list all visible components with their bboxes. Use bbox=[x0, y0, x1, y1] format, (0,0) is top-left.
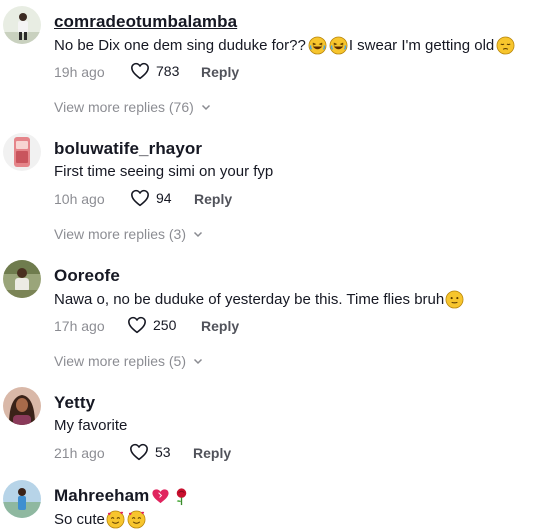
heart-outline-icon bbox=[130, 443, 148, 461]
laughing-emoji-icon bbox=[308, 36, 327, 55]
avatar[interactable] bbox=[3, 6, 41, 44]
comment-username-text: Mahreeham bbox=[54, 486, 150, 505]
smiling-hearts-emoji-icon bbox=[127, 510, 146, 529]
comment-timestamp: 17h ago bbox=[54, 318, 105, 334]
slightly-smiling-emoji-icon bbox=[445, 290, 464, 309]
avatar[interactable] bbox=[3, 480, 41, 518]
comment-username[interactable]: Mahreeham bbox=[54, 486, 192, 506]
reply-button[interactable]: Reply bbox=[194, 191, 232, 207]
like-button[interactable]: 250 bbox=[127, 316, 176, 334]
heart-outline-icon bbox=[128, 316, 146, 334]
comment-text-part: I swear I'm getting old bbox=[348, 37, 495, 54]
like-button[interactable]: 53 bbox=[129, 443, 171, 461]
heart-outline-icon bbox=[131, 62, 149, 80]
view-more-replies[interactable]: View more replies (5) bbox=[54, 353, 203, 369]
view-more-replies[interactable]: View more replies (3) bbox=[54, 226, 203, 242]
reply-button[interactable]: Reply bbox=[201, 318, 239, 334]
comment-text: Nawa o, no be duduke of yesterday be thi… bbox=[54, 290, 465, 309]
comment-text: So cute bbox=[54, 510, 147, 529]
view-more-label: View more replies (5) bbox=[54, 353, 187, 369]
chevron-down-icon bbox=[193, 358, 203, 365]
chevron-down-icon bbox=[201, 104, 210, 111]
comment-username[interactable]: Yetty bbox=[54, 393, 95, 413]
laughing-emoji-icon bbox=[329, 36, 348, 55]
avatar[interactable] bbox=[3, 133, 41, 171]
chevron-down-icon bbox=[193, 231, 203, 238]
comment-username[interactable]: Ooreofe bbox=[54, 266, 120, 286]
comment-timestamp: 21h ago bbox=[54, 445, 105, 461]
comment-text-part: No be Dix one dem sing duduke for?? bbox=[54, 37, 306, 54]
smiling-hearts-emoji-icon bbox=[106, 510, 125, 529]
view-more-replies[interactable]: View more replies (76) bbox=[54, 99, 211, 115]
comment-text: First time seeing simi on your fyp bbox=[54, 163, 273, 180]
comment-text-part: So cute bbox=[54, 511, 105, 528]
heart-outline-icon bbox=[131, 189, 149, 207]
comment-text-part: Nawa o, no be duduke of yesterday be thi… bbox=[54, 291, 445, 308]
view-more-label: View more replies (3) bbox=[54, 226, 187, 242]
heart-emoji-icon bbox=[151, 487, 170, 506]
comment-timestamp: 19h ago bbox=[54, 64, 105, 80]
like-button[interactable]: 783 bbox=[130, 62, 179, 80]
comment-username[interactable]: comradeotumbalamba bbox=[54, 12, 237, 32]
avatar[interactable] bbox=[3, 387, 41, 425]
like-button[interactable]: 94 bbox=[130, 189, 172, 207]
comment-text-part: First time seeing simi on your fyp bbox=[54, 163, 274, 180]
like-count: 53 bbox=[155, 444, 171, 460]
reply-button[interactable]: Reply bbox=[193, 445, 231, 461]
rose-emoji-icon bbox=[172, 487, 191, 506]
comment-text: My favorite bbox=[54, 417, 127, 434]
comment-text-part: My favorite bbox=[54, 417, 128, 434]
pensive-emoji-icon bbox=[496, 36, 515, 55]
comment-username[interactable]: boluwatife_rhayor bbox=[54, 139, 202, 159]
comment-timestamp: 10h ago bbox=[54, 191, 105, 207]
like-count: 783 bbox=[156, 63, 180, 79]
like-count: 250 bbox=[153, 317, 177, 333]
reply-button[interactable]: Reply bbox=[201, 64, 239, 80]
view-more-label: View more replies (76) bbox=[54, 99, 194, 115]
avatar[interactable] bbox=[3, 260, 41, 298]
like-count: 94 bbox=[156, 190, 172, 206]
comment-text: No be Dix one dem sing duduke for?? I sw… bbox=[54, 36, 516, 55]
